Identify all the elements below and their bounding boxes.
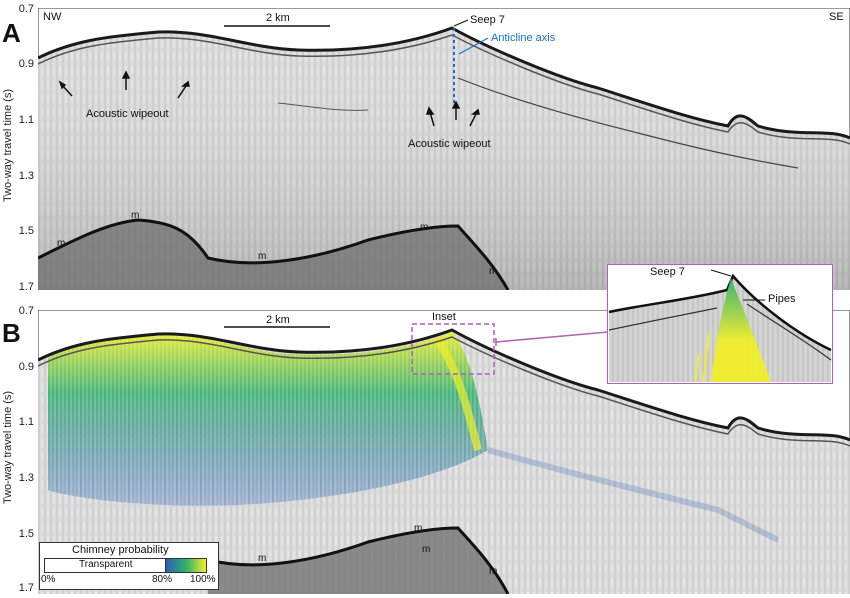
legend-max: 100% bbox=[190, 574, 216, 585]
chimney-legend: Chimney probability Transparent 0% 80% 1… bbox=[39, 542, 219, 590]
y-tick-a-3: 1.3 bbox=[18, 170, 34, 182]
wipeout-label-right-a: Acoustic wipeout bbox=[408, 138, 491, 150]
y-tick-a-4: 1.5 bbox=[18, 225, 34, 237]
y-tick-b-5: 1.7 bbox=[18, 582, 34, 594]
y-tick-a-2: 1.1 bbox=[18, 114, 34, 126]
multiple-label-a-1: m bbox=[57, 238, 66, 249]
legend-min: 0% bbox=[41, 574, 56, 585]
legend-transparent-label: Transparent bbox=[79, 559, 133, 570]
multiple-label-a-5: m bbox=[489, 266, 498, 277]
y-axis-title-b: Two-way travel time (s) bbox=[2, 390, 14, 504]
multiple-label-a-3: m bbox=[258, 251, 267, 262]
seep-label-a: Seep 7 bbox=[470, 14, 505, 26]
y-tick-b-4: 1.5 bbox=[18, 528, 34, 540]
y-tick-a-1: 0.9 bbox=[18, 58, 34, 70]
legend-mid: 80% bbox=[152, 574, 173, 585]
multiple-label-b-1: m bbox=[258, 553, 267, 564]
inset-view bbox=[607, 264, 833, 384]
panel-letter-a: A bbox=[2, 18, 21, 48]
scale-bar-label-a: 2 km bbox=[266, 12, 290, 24]
y-tick-b-1: 0.9 bbox=[18, 361, 34, 373]
inset-seep-label: Seep 7 bbox=[650, 266, 685, 278]
anticline-label-a: Anticline axis bbox=[491, 32, 556, 44]
y-axis-title-a: Two-way travel time (s) bbox=[2, 88, 14, 202]
scale-bar-label-b: 2 km bbox=[266, 314, 290, 326]
y-tick-b-3: 1.3 bbox=[18, 472, 34, 484]
legend-color-ramp bbox=[165, 558, 207, 573]
y-tick-b-0: 0.7 bbox=[18, 305, 34, 317]
panel-letter-b: B bbox=[2, 318, 21, 348]
y-tick-a-0: 0.7 bbox=[18, 3, 34, 15]
inset-label-b: Inset bbox=[432, 311, 456, 323]
corner-label-nw: NW bbox=[43, 11, 62, 23]
multiple-label-a-2: m bbox=[131, 210, 140, 221]
inset-pipes-label: Pipes bbox=[768, 293, 796, 305]
y-tick-a-5: 1.7 bbox=[18, 281, 34, 293]
wipeout-label-left-a: Acoustic wipeout bbox=[86, 108, 169, 120]
y-tick-b-2: 1.1 bbox=[18, 416, 34, 428]
corner-label-se: SE bbox=[829, 11, 844, 23]
legend-title: Chimney probability bbox=[72, 544, 169, 556]
multiple-label-b-3: m bbox=[422, 544, 431, 555]
legend-transparent-swatch: Transparent bbox=[44, 558, 166, 573]
multiple-label-a-4: m bbox=[420, 222, 429, 233]
multiple-label-b-2: m bbox=[414, 523, 423, 534]
multiple-label-b-4: m bbox=[489, 566, 498, 577]
